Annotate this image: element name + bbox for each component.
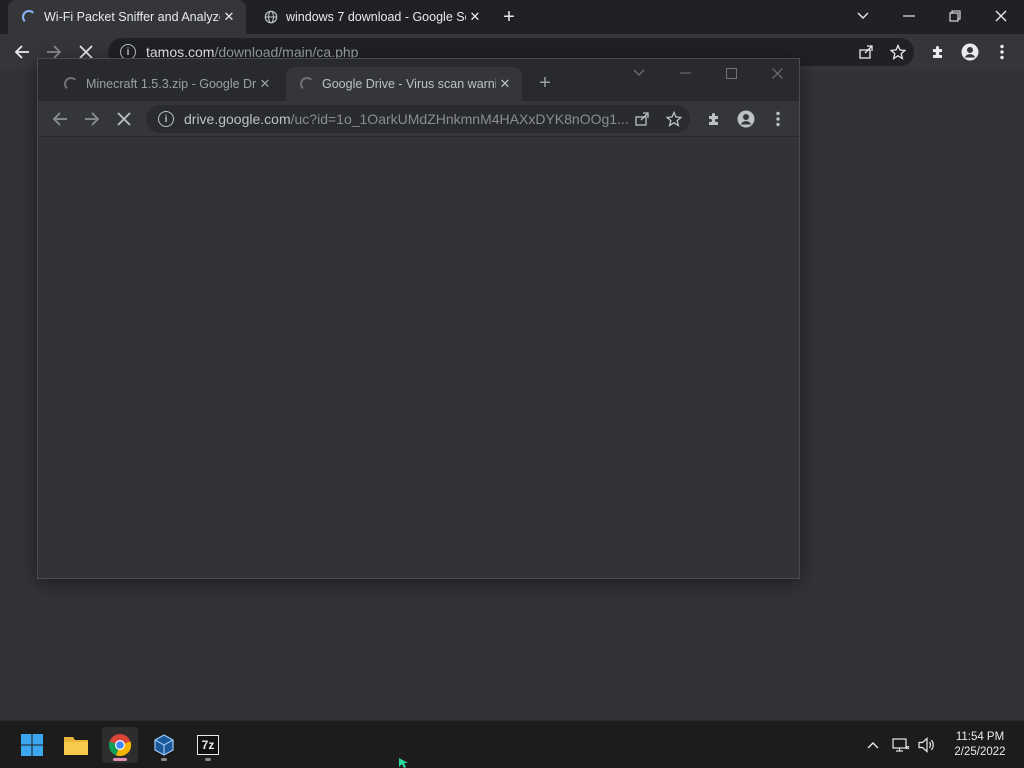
running-indicator [161,758,167,761]
tab-search-button[interactable] [616,59,662,87]
tab-google-drive-virus-scan[interactable]: Google Drive - Virus scan warnin ✕ [286,67,522,101]
show-hidden-icons-button[interactable] [863,735,883,755]
address-bar[interactable]: i drive.google.com/uc?id=1o_1OarkUMdZHnk… [146,105,690,133]
close-tab-icon[interactable]: ✕ [220,8,238,26]
chevron-up-icon [867,742,879,749]
share-icon [635,112,649,126]
taskbar-app-file-explorer[interactable] [58,727,94,763]
share-button[interactable] [854,40,878,64]
extensions-button[interactable] [702,107,726,131]
taskbar-app-chrome[interactable] [102,727,138,763]
running-indicator [205,758,211,761]
chevron-down-icon [857,12,869,19]
minimize-button[interactable] [886,0,932,32]
tab-minecraft-zip[interactable]: Minecraft 1.5.3.zip - Google Driv ✕ [50,67,282,101]
share-button[interactable] [630,107,654,131]
maximize-icon [725,67,737,79]
taskbar: 7z 11:54 PM 2/25/2022 [0,720,1024,768]
more-vertical-icon [1000,44,1004,60]
more-vertical-icon [776,111,780,127]
restore-icon [949,10,961,22]
arrow-left-icon [52,112,67,126]
volume-button[interactable] [917,735,937,755]
close-tab-icon[interactable]: ✕ [466,8,484,26]
star-icon [666,111,682,127]
puzzle-icon [933,46,942,58]
folder-icon [64,737,88,755]
minimize-button[interactable] [662,59,708,87]
minimize-icon [903,15,915,17]
popup-page-content [38,138,799,578]
start-button[interactable] [14,727,50,763]
tab-search-button[interactable] [840,0,886,32]
extensions-button[interactable] [926,40,950,64]
close-icon [771,67,783,79]
running-indicator [113,758,127,761]
url-host: drive.google.com [184,111,291,127]
puzzle-icon [709,113,718,125]
chevron-down-icon [633,69,645,76]
close-window-button[interactable] [978,0,1024,32]
main-tab-strip: Wi-Fi Packet Sniffer and Analyzer ✕ wind… [0,0,1024,34]
taskbar-app-7zip[interactable]: 7z [190,727,226,763]
profile-icon [737,110,755,128]
close-icon [995,10,1007,22]
popup-toolbar: i drive.google.com/uc?id=1o_1OarkUMdZHnk… [38,101,799,137]
info-icon[interactable]: i [158,111,174,127]
menu-button[interactable] [990,40,1014,64]
share-icon [859,45,873,59]
system-clock[interactable]: 11:54 PM 2/25/2022 [942,730,1018,760]
stop-icon [79,45,93,59]
loading-spinner-icon [64,77,78,91]
bookmark-star-button[interactable] [886,40,910,64]
popup-tab-strip: Minecraft 1.5.3.zip - Google Driv ✕ Goog… [38,59,799,101]
minimize-icon [679,72,691,74]
forward-button[interactable] [78,105,106,133]
close-tab-icon[interactable]: ✕ [256,75,274,93]
speaker-icon [918,737,934,753]
windows-logo-icon [21,734,43,756]
clock-time: 11:54 PM [955,731,1005,743]
tab-title: Google Drive - Virus scan warnin [322,77,496,91]
tab-wifi-packet-sniffer[interactable]: Wi-Fi Packet Sniffer and Analyzer ✕ [8,0,246,34]
seven-zip-label: 7z [201,738,215,752]
taskbar-app-virtualbox[interactable] [146,727,182,763]
virtualbox-icon [154,734,174,756]
loading-spinner-icon [300,77,314,91]
maximize-button[interactable] [708,59,754,87]
menu-button[interactable] [766,107,790,131]
back-button[interactable] [46,105,74,133]
profile-button[interactable] [734,107,758,131]
clock-date: 2/25/2022 [954,746,1006,758]
arrow-left-icon [14,45,29,59]
new-tab-button[interactable]: + [497,5,521,29]
profile-button[interactable] [958,40,982,64]
bookmark-star-button[interactable] [662,107,686,131]
profile-icon [961,43,979,61]
arrow-right-icon [85,112,100,126]
network-icon [892,738,910,752]
close-window-button[interactable] [754,59,800,87]
close-tab-icon[interactable]: ✕ [496,75,514,93]
star-icon [890,44,906,60]
seven-zip-icon: 7z [197,735,219,755]
new-tab-button[interactable]: + [533,71,557,95]
url-path: /uc?id=1o_1OarkUMdZHnkmnM4HAXxDYK8nOOg1.… [290,111,629,127]
globe-icon [264,10,278,24]
back-button[interactable] [8,38,36,66]
network-status-button[interactable] [891,735,911,755]
tab-title: Minecraft 1.5.3.zip - Google Driv [86,77,256,91]
tab-title: windows 7 download - Google Se [286,10,466,24]
popup-browser-window: Minecraft 1.5.3.zip - Google Driv ✕ Goog… [37,58,800,579]
loading-spinner-icon [22,10,36,24]
tab-title: Wi-Fi Packet Sniffer and Analyzer [44,10,220,24]
mouse-cursor-icon [399,758,408,768]
restore-button[interactable] [932,0,978,32]
chrome-icon [108,734,132,757]
stop-loading-button[interactable] [110,105,138,133]
stop-icon [117,112,131,126]
tab-windows-7-download[interactable]: windows 7 download - Google Se ✕ [250,0,492,34]
